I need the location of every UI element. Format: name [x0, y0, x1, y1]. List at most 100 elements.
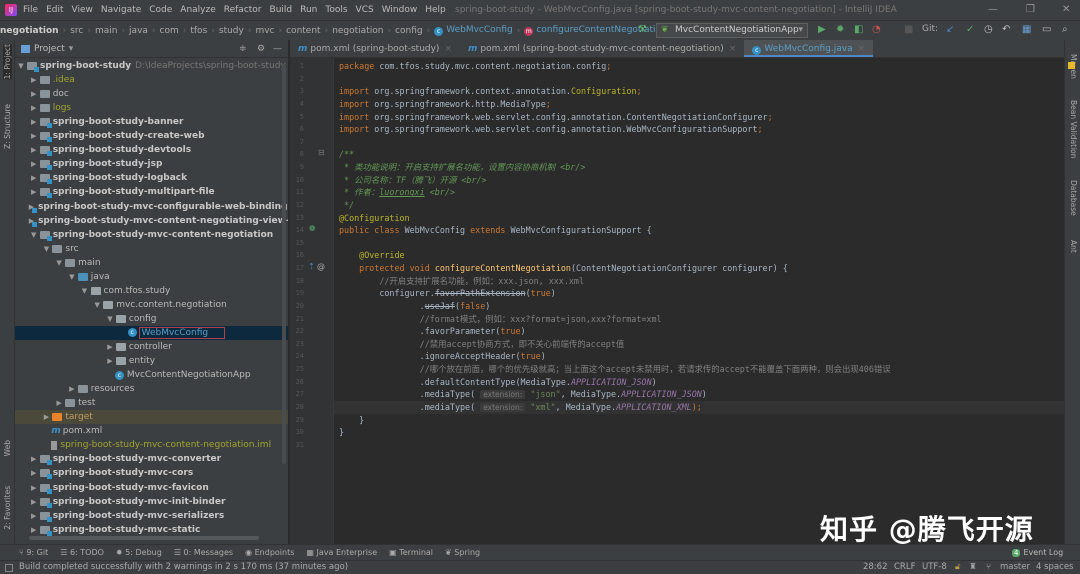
- close-tab-icon[interactable]: ×: [444, 44, 452, 54]
- menu-build[interactable]: Build: [270, 5, 293, 15]
- expanded-arrow-icon[interactable]: ▼: [29, 231, 39, 239]
- tree-item[interactable]: ▶ resources: [15, 382, 288, 396]
- event-log-button[interactable]: 4 Event Log: [1012, 548, 1063, 557]
- menu-refactor[interactable]: Refactor: [224, 5, 262, 15]
- tree-item[interactable]: ▶ target: [15, 410, 288, 425]
- git-update-icon[interactable]: ↙: [946, 24, 954, 35]
- project-tool-button[interactable]: 1: Project: [3, 44, 12, 80]
- collapsed-arrow-icon[interactable]: ▶: [29, 76, 39, 84]
- menu-view[interactable]: View: [72, 5, 93, 15]
- structure-tool-button[interactable]: Z: Structure: [3, 104, 12, 149]
- tree-item[interactable]: ▼ mvc.content.negotiation: [15, 298, 288, 312]
- collapsed-arrow-icon[interactable]: ▶: [41, 413, 51, 421]
- tree-item[interactable]: ▼ spring-boot-study D:\IdeaProjects\spring…: [15, 59, 288, 73]
- tree-item[interactable]: ▶ controller: [15, 340, 288, 354]
- menu-help[interactable]: Help: [425, 5, 446, 15]
- tool-window-javaenterprise[interactable]: ▦ Java Enterprise: [306, 548, 377, 557]
- project-view-select[interactable]: Project: [34, 44, 65, 54]
- ant-tool-button[interactable]: Ant: [1069, 240, 1078, 253]
- breadcrumb-item[interactable]: config: [395, 26, 423, 36]
- run-configuration-select[interactable]: ❦ MvcContentNegotiationApp ▾: [656, 23, 808, 38]
- inspector-icon[interactable]: ♜: [969, 561, 977, 574]
- build-hammer-icon[interactable]: ⚒: [638, 24, 647, 35]
- tree-item[interactable]: ▶ spring-boot-study-logback: [15, 171, 288, 185]
- menu-window[interactable]: Window: [382, 5, 418, 15]
- caret-position[interactable]: 28:62: [863, 561, 888, 574]
- editor-tab[interactable]: m pom.xml (spring-boot-study) ×: [290, 40, 460, 57]
- collapsed-arrow-icon[interactable]: ▶: [29, 188, 39, 196]
- expanded-arrow-icon[interactable]: ▼: [54, 259, 64, 267]
- collapsed-arrow-icon[interactable]: ▶: [29, 146, 39, 154]
- file-encoding[interactable]: UTF-8: [922, 561, 947, 574]
- tree-item[interactable]: c MvcContentNegotiationApp: [15, 368, 288, 382]
- expanded-arrow-icon[interactable]: ▼: [105, 315, 115, 323]
- hide-icon[interactable]: —: [273, 44, 282, 54]
- breadcrumb-item[interactable]: negotiation: [332, 26, 383, 36]
- tool-window-git[interactable]: ⑂ 9: Git: [19, 548, 48, 557]
- collapsed-arrow-icon[interactable]: ▶: [54, 399, 64, 407]
- tree-item[interactable]: c WebMvcConfig: [15, 325, 288, 340]
- project-structure-icon[interactable]: ▦: [1022, 24, 1031, 35]
- collapsed-arrow-icon[interactable]: ▶: [105, 343, 115, 351]
- collapsed-arrow-icon[interactable]: ▶: [29, 526, 39, 534]
- tree-item[interactable]: ▶ spring-boot-study-mvc-content-negotiati…: [15, 214, 288, 228]
- breadcrumb-item[interactable]: study: [219, 26, 244, 36]
- expanded-arrow-icon[interactable]: ▼: [80, 287, 90, 295]
- tree-item[interactable]: ▶ test: [15, 396, 288, 410]
- menu-file[interactable]: File: [23, 5, 38, 15]
- close-tab-icon[interactable]: ×: [729, 44, 737, 54]
- code-area[interactable]: package com.tfos.study.mvc.content.negot…: [290, 58, 1064, 544]
- status-toggle-icon[interactable]: [5, 564, 13, 572]
- collapse-all-icon[interactable]: ≑: [239, 44, 247, 54]
- breadcrumb-item[interactable]: java: [129, 26, 148, 36]
- collapsed-arrow-icon[interactable]: ▶: [29, 160, 39, 168]
- editor-tab[interactable]: c WebMvcConfig.java ×: [744, 40, 874, 57]
- git-rollback-icon[interactable]: ↶: [1002, 24, 1010, 35]
- collapsed-arrow-icon[interactable]: ▶: [29, 174, 39, 182]
- tool-window-debug[interactable]: ✹ 5: Debug: [116, 548, 162, 557]
- expanded-arrow-icon[interactable]: ▼: [41, 245, 51, 253]
- tree-item[interactable]: ▶ spring-boot-study-mvc-cors: [15, 466, 288, 480]
- tool-window-endpoints[interactable]: ◉ Endpoints: [245, 548, 294, 557]
- git-history-icon[interactable]: ◷: [984, 24, 993, 35]
- bean-validation-tool-button[interactable]: Bean Validation: [1069, 100, 1078, 159]
- collapsed-arrow-icon[interactable]: ▶: [29, 455, 39, 463]
- collapsed-arrow-icon[interactable]: ▶: [29, 498, 39, 506]
- coverage-icon[interactable]: ◧: [854, 24, 863, 35]
- menu-vcs[interactable]: VCS: [356, 5, 374, 15]
- tree-item[interactable]: ▶ doc: [15, 87, 288, 101]
- tree-item[interactable]: ▶ spring-boot-study-multipart-file: [15, 185, 288, 199]
- collapsed-arrow-icon[interactable]: ▶: [29, 484, 39, 492]
- git-branch[interactable]: master: [1000, 561, 1030, 574]
- menu-analyze[interactable]: Analyze: [180, 5, 215, 15]
- breadcrumb-item[interactable]: c WebMvcConfig: [434, 25, 513, 36]
- tool-window-todo[interactable]: ☰ 6: TODO: [60, 548, 104, 557]
- tree-item[interactable]: ▼ java: [15, 270, 288, 284]
- tree-vertical-scrollbar[interactable]: [282, 64, 286, 464]
- expanded-arrow-icon[interactable]: ▼: [67, 273, 77, 281]
- debug-icon[interactable]: ✹: [836, 24, 844, 35]
- git-commit-icon[interactable]: ✓: [966, 24, 974, 35]
- menu-tools[interactable]: Tools: [325, 5, 347, 15]
- profile-icon[interactable]: ◔: [872, 24, 881, 35]
- collapsed-arrow-icon[interactable]: ▶: [29, 469, 39, 477]
- indent-setting[interactable]: 4 spaces: [1036, 561, 1073, 574]
- breadcrumb-item[interactable]: content: [286, 26, 320, 36]
- tree-item[interactable]: ▼ spring-boot-study-mvc-content-negotiati…: [15, 228, 288, 242]
- run-icon[interactable]: ▶: [818, 24, 826, 35]
- collapsed-arrow-icon[interactable]: ▶: [105, 357, 115, 365]
- expanded-arrow-icon[interactable]: ▼: [16, 62, 26, 70]
- tree-item[interactable]: ▶ spring-boot-study-jsp: [15, 157, 288, 171]
- collapsed-arrow-icon[interactable]: ▶: [67, 385, 77, 393]
- minimize-button[interactable]: —: [988, 4, 998, 15]
- tool-window-terminal[interactable]: ▣ Terminal: [389, 548, 433, 557]
- menu-run[interactable]: Run: [300, 5, 317, 15]
- tree-item[interactable]: ▶ spring-boot-study-create-web: [15, 129, 288, 143]
- stop-icon[interactable]: ■: [904, 24, 913, 35]
- tool-window-messages[interactable]: ☰ 0: Messages: [174, 548, 233, 557]
- line-separator[interactable]: CRLF: [894, 561, 915, 574]
- tree-item[interactable]: ▶ spring-boot-study-mvc-favicon: [15, 481, 288, 495]
- collapsed-arrow-icon[interactable]: ▶: [29, 132, 39, 140]
- gear-icon[interactable]: ⚙: [257, 44, 265, 54]
- breadcrumb-item[interactable]: tfos: [190, 26, 207, 36]
